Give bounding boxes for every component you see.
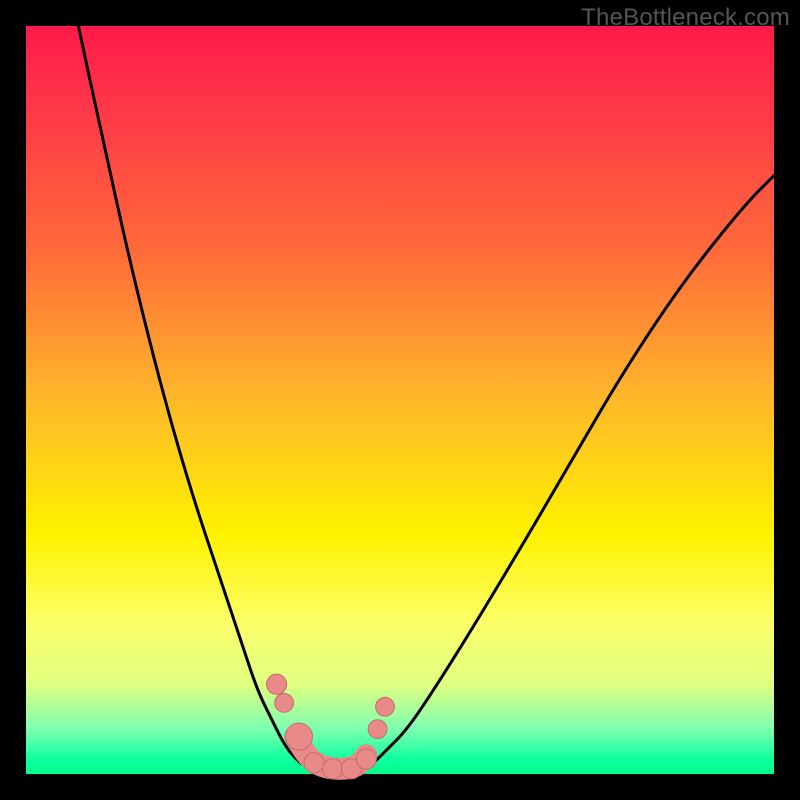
chart-svg xyxy=(26,26,774,774)
watermark-text: TheBottleneck.com xyxy=(581,4,790,32)
curve-layer xyxy=(78,26,774,774)
marker-left-mid xyxy=(275,694,294,713)
chart-plot-area xyxy=(26,26,774,774)
marker-right-top xyxy=(376,697,395,716)
marker-right-start xyxy=(356,749,376,769)
marker-bottom-2 xyxy=(323,759,343,779)
marker-layer xyxy=(267,674,395,779)
marker-right-mid xyxy=(368,720,387,739)
marker-bottom-1 xyxy=(304,753,324,773)
marker-left-end xyxy=(286,723,313,750)
series-right-curve xyxy=(355,176,774,774)
marker-left-top xyxy=(267,674,287,694)
series-left-curve xyxy=(78,26,325,774)
